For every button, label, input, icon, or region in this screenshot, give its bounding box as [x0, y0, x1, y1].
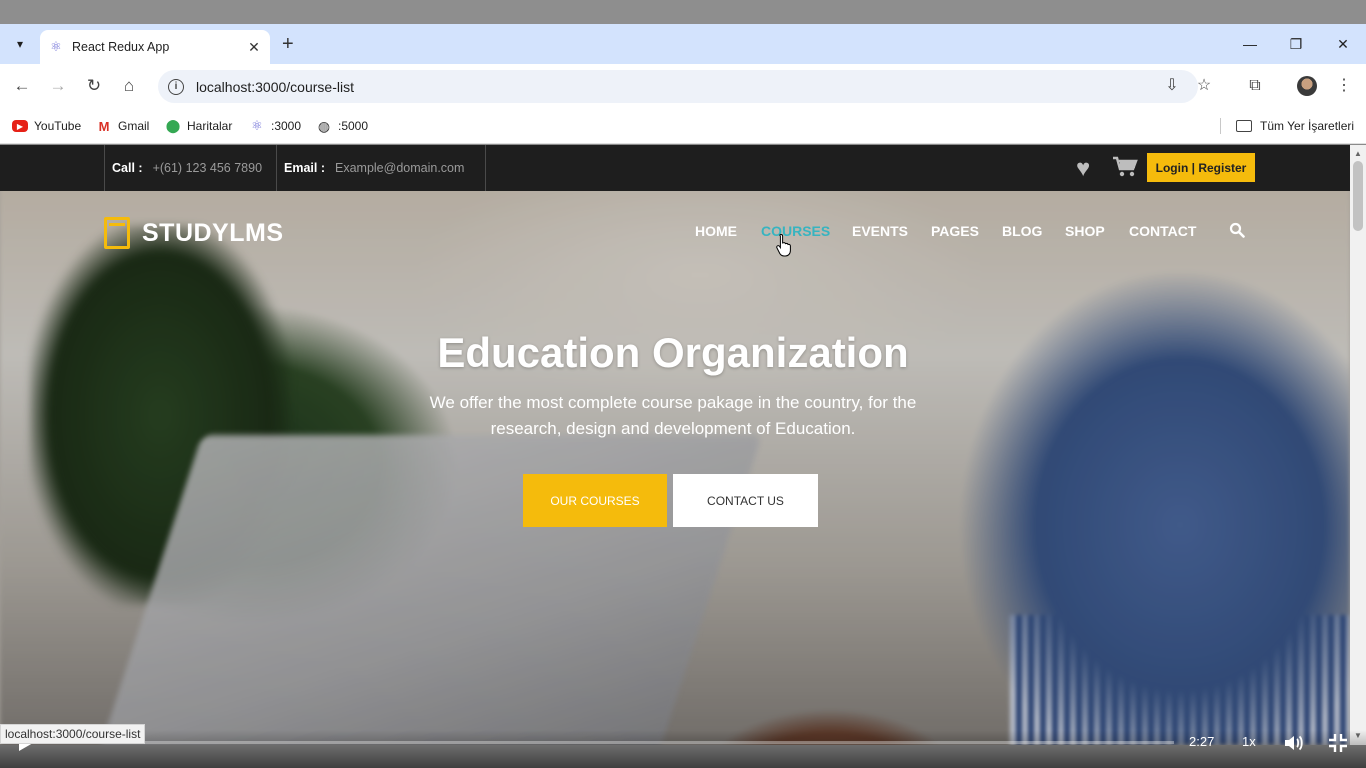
extensions-icon[interactable]: ⧉	[1243, 74, 1267, 98]
globe-icon: ◍	[317, 117, 331, 134]
nav-contact[interactable]: CONTACT	[1129, 223, 1196, 239]
contact-us-button[interactable]: CONTACT US	[673, 474, 818, 527]
nav-pages[interactable]: PAGES	[931, 223, 979, 239]
nav-shop[interactable]: SHOP	[1065, 223, 1105, 239]
bookmark-5000[interactable]: ◍ :5000	[316, 116, 368, 136]
tab-close-icon[interactable]: ✕	[246, 39, 262, 56]
bookmark-maps[interactable]: ⬤ Haritalar	[165, 116, 233, 136]
maps-pin-icon: ⬤	[165, 118, 181, 133]
login-register-button[interactable]: Login | Register	[1147, 153, 1255, 182]
topbar-email: Email : Example@domain.com	[284, 145, 464, 191]
playback-speed[interactable]: 1x	[1242, 734, 1256, 749]
react-icon: ⚛	[50, 39, 62, 54]
web-page: Call : +(61) 123 456 7890 Email : Exampl…	[0, 145, 1350, 745]
screen-top-strip	[0, 0, 1366, 24]
install-app-icon[interactable]: ⇩	[1160, 74, 1184, 98]
scrollbar-thumb[interactable]	[1353, 161, 1363, 231]
folder-icon	[1236, 120, 1252, 132]
logo-text: STUDYLMS	[142, 218, 284, 247]
close-window-button[interactable]: ✕	[1320, 32, 1366, 56]
address-bar[interactable]: i localhost:3000/course-list	[158, 70, 1198, 103]
bookmark-label: :3000	[271, 119, 302, 133]
cart-icon[interactable]	[1112, 156, 1138, 178]
site-info-icon[interactable]: i	[168, 78, 184, 95]
video-progress-bar[interactable]	[48, 741, 1174, 744]
site-topbar: Call : +(61) 123 456 7890 Email : Exampl…	[0, 145, 1350, 191]
topbar-call: Call : +(61) 123 456 7890	[112, 145, 262, 191]
profile-avatar[interactable]	[1297, 76, 1317, 96]
url-text[interactable]: localhost:3000/course-list	[196, 79, 354, 95]
hero-subtitle: We offer the most complete course pakage…	[429, 393, 917, 438]
video-player-controls: 2:27 1x	[0, 730, 1366, 768]
volume-icon[interactable]	[1283, 733, 1305, 753]
book-logo-icon	[104, 217, 130, 249]
scroll-up-icon[interactable]: ▲	[1350, 147, 1366, 161]
back-arrow-icon[interactable]: ←	[10, 74, 34, 98]
bookmark-youtube[interactable]: ▶ YouTube	[12, 116, 81, 136]
phone-number[interactable]: +(61) 123 456 7890	[153, 161, 262, 175]
gmail-icon: M	[98, 118, 110, 134]
browser-tab[interactable]: ⚛ React Redux App ✕	[40, 30, 270, 64]
call-label: Call :	[112, 161, 143, 175]
topbar-divider	[485, 145, 486, 191]
bookmark-label: Haritalar	[187, 119, 233, 133]
link-status-bar: localhost:3000/course-list	[0, 724, 146, 744]
our-courses-button[interactable]: OUR COURSES	[523, 474, 667, 527]
youtube-icon: ▶	[12, 120, 28, 132]
search-icon[interactable]	[1229, 222, 1245, 238]
nav-home[interactable]: HOME	[695, 223, 737, 239]
all-bookmarks[interactable]: Tüm Yer İşaretleri	[1236, 116, 1354, 136]
bookmarks-divider	[1220, 118, 1221, 134]
topbar-divider	[104, 145, 105, 191]
nav-courses[interactable]: COURSES	[761, 223, 830, 239]
tab-search-chevron-icon[interactable]: ▾	[8, 32, 32, 56]
react-icon: ⚛	[251, 118, 263, 133]
restore-button[interactable]: ❐	[1273, 32, 1319, 56]
forward-arrow-icon[interactable]: →	[46, 74, 70, 98]
tab-bar: ▾ ⚛ React Redux App ✕ + — ❐ ✕	[0, 24, 1366, 64]
reload-icon[interactable]: ↻	[82, 74, 106, 98]
bookmark-3000[interactable]: ⚛ :3000	[249, 116, 301, 136]
new-tab-button[interactable]: +	[282, 32, 294, 56]
exit-fullscreen-icon[interactable]	[1328, 733, 1348, 753]
video-time: 2:27	[1189, 734, 1215, 749]
bookmark-star-icon[interactable]: ☆	[1192, 74, 1216, 98]
nav-blog[interactable]: BLOG	[1002, 223, 1042, 239]
nav-events[interactable]: EVENTS	[852, 223, 908, 239]
tab-title: React Redux App	[72, 40, 170, 54]
hand-pointer-cursor-icon	[776, 233, 791, 257]
bookmark-gmail[interactable]: M Gmail	[96, 116, 150, 136]
more-menu-icon[interactable]: ⋮	[1332, 74, 1356, 98]
hero-title: Education Organization	[437, 329, 909, 376]
bookmark-label: :5000	[338, 119, 369, 133]
email-address[interactable]: Example@domain.com	[335, 161, 464, 175]
minimize-button[interactable]: —	[1227, 32, 1273, 56]
home-icon[interactable]: ⌂	[117, 74, 141, 98]
page-scrollbar[interactable]: ▲ ▼	[1350, 145, 1366, 745]
all-bookmarks-label: Tüm Yer İşaretleri	[1260, 119, 1355, 133]
bookmark-label: YouTube	[34, 119, 82, 133]
topbar-divider	[276, 145, 277, 191]
email-label: Email :	[284, 161, 325, 175]
bookmarks-bar: ▶ YouTube M Gmail ⬤ Haritalar ⚛ :3000 ◍ …	[0, 108, 1366, 144]
bookmark-label: Gmail	[118, 119, 150, 133]
wishlist-heart-icon[interactable]: ♥	[1076, 155, 1090, 183]
site-logo[interactable]: STUDYLMS	[104, 217, 284, 249]
browser-toolbar: ← → ↻ ⌂ i localhost:3000/course-list ⇩ ☆…	[0, 64, 1366, 108]
